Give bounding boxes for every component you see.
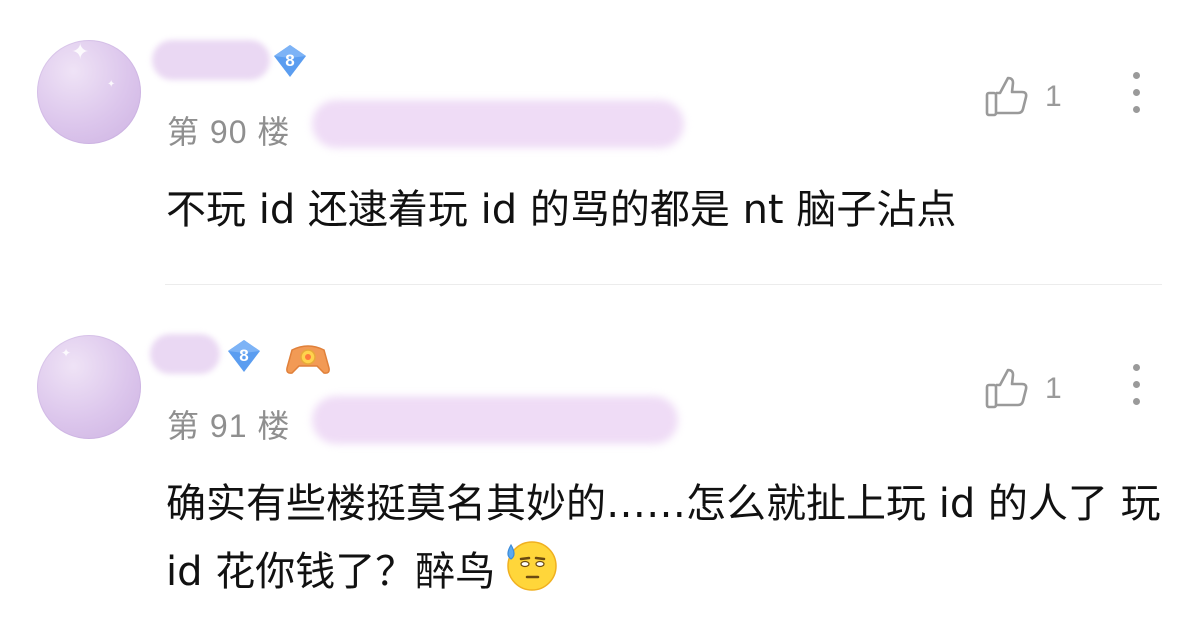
- like-count: 1: [1045, 372, 1062, 405]
- floor-number: 第 90 楼: [167, 114, 291, 150]
- level-number: 8: [285, 51, 295, 70]
- more-options-button[interactable]: [1124, 70, 1148, 118]
- like-count: 1: [1045, 80, 1062, 113]
- level-badge: 8: [273, 44, 307, 78]
- like-button[interactable]: 1: [985, 74, 1075, 120]
- dot-icon: [1133, 381, 1140, 388]
- username-blurred[interactable]: [150, 334, 220, 374]
- comment-text-body: 确实有些楼挺莫名其妙的……怎么就扯上玩 id 的人了 玩 id 花你钱了？醉鸟: [166, 481, 1161, 595]
- dot-icon: [1133, 364, 1140, 371]
- level-badge: 8: [227, 339, 261, 373]
- game-controller-badge-icon: [284, 340, 332, 376]
- location-blurred: [312, 100, 684, 148]
- dot-icon: [1133, 398, 1140, 405]
- level-number: 8: [239, 346, 249, 365]
- avatar[interactable]: ✦: [37, 335, 141, 439]
- avatar[interactable]: ✦ ✦: [37, 40, 141, 144]
- comment-text: 确实有些楼挺莫名其妙的……怎么就扯上玩 id 的人了 玩 id 花你钱了？醉鸟: [166, 474, 1166, 611]
- like-button[interactable]: 1: [985, 366, 1075, 412]
- sparkle-icon: ✦: [61, 346, 72, 360]
- location-blurred: [312, 396, 678, 444]
- dot-icon: [1133, 89, 1140, 96]
- thumbs-up-icon: [985, 368, 1028, 409]
- sweat-face-emoji-icon: [501, 535, 559, 611]
- dot-icon: [1133, 72, 1140, 79]
- comment-text: 不玩 id 还逮着玩 id 的骂的都是 nt 脑子沾点: [166, 187, 957, 233]
- thumbs-up-icon: [985, 76, 1028, 117]
- sparkle-icon: ✦: [71, 40, 90, 65]
- sparkle-icon: ✦: [107, 79, 116, 90]
- dot-icon: [1133, 106, 1140, 113]
- floor-number: 第 91 楼: [167, 408, 291, 444]
- username-blurred[interactable]: [152, 40, 270, 80]
- more-options-button[interactable]: [1124, 362, 1148, 410]
- divider: [165, 284, 1162, 285]
